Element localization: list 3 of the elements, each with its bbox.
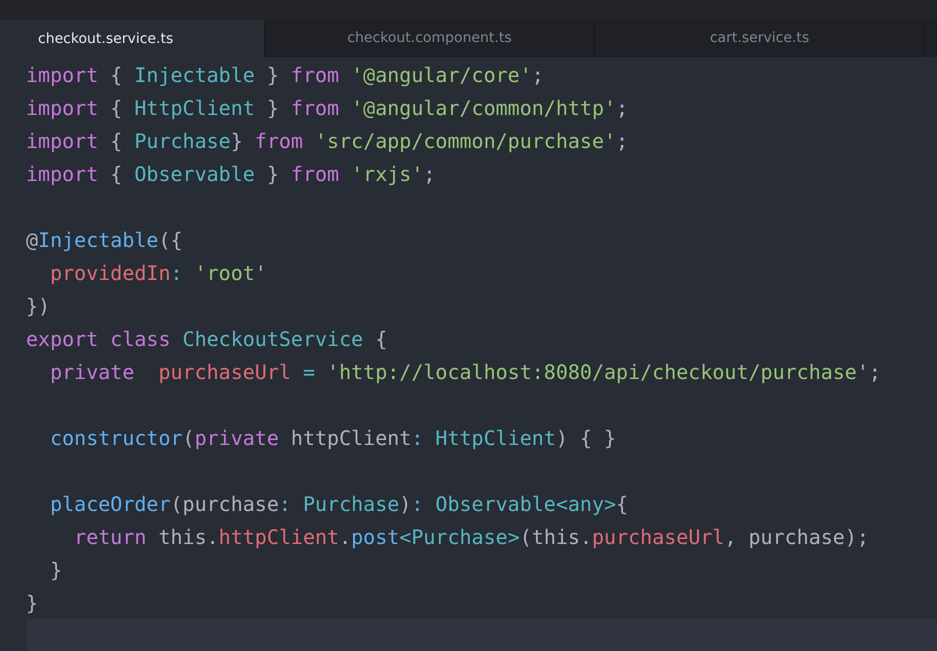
file-tab[interactable]: cart.service.ts bbox=[595, 20, 925, 57]
file-tab[interactable]: checkout.component.ts bbox=[265, 20, 595, 57]
file-tab[interactable]: checkout.service.ts bbox=[0, 20, 265, 57]
